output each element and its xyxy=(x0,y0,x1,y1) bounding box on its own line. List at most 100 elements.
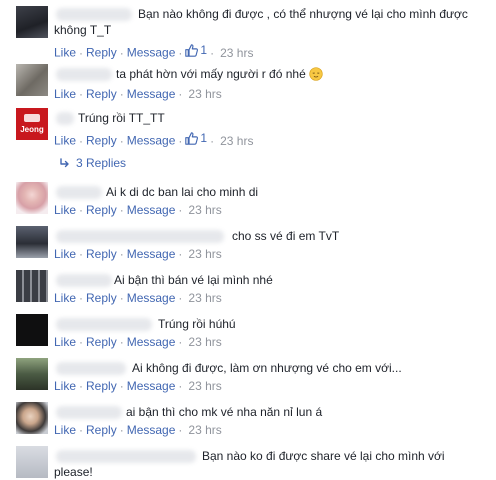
separator: · xyxy=(119,45,124,60)
avatar[interactable] xyxy=(16,402,48,434)
reply-link[interactable]: Reply xyxy=(86,134,117,148)
message-link[interactable]: Message xyxy=(127,247,176,261)
separator: · xyxy=(178,379,183,393)
message-link[interactable]: Message xyxy=(127,335,176,349)
separator: · xyxy=(119,247,124,261)
avatar-logo-text: Jeong xyxy=(20,125,44,134)
like-link[interactable]: Like xyxy=(54,335,76,349)
reply-link[interactable]: Reply xyxy=(86,423,117,437)
timestamp[interactable]: 23 hrs xyxy=(217,46,253,60)
avatar[interactable] xyxy=(16,358,48,390)
separator: · xyxy=(119,379,124,393)
separator: · xyxy=(79,87,84,101)
timestamp[interactable]: 23 hrs xyxy=(185,87,221,101)
like-link[interactable]: Like xyxy=(54,46,76,60)
message-link[interactable]: Message xyxy=(127,291,176,305)
reply-link[interactable]: Reply xyxy=(86,335,117,349)
reply-link[interactable]: Reply xyxy=(86,291,117,305)
separator: · xyxy=(178,247,183,261)
like-link[interactable]: Like xyxy=(54,87,76,101)
reply-link[interactable]: Reply xyxy=(86,46,117,60)
like-link[interactable]: Like xyxy=(54,379,76,393)
comment-actions: Like · Reply · Message · 23 hrs xyxy=(54,202,222,218)
separator: · xyxy=(79,133,84,148)
comment-actions: Like · Reply · Message · 1 · 23 hrs xyxy=(54,42,253,60)
message-link[interactable]: Message xyxy=(127,134,176,148)
message-link[interactable]: Message xyxy=(127,379,176,393)
comment-text: Trúng rồi húhú xyxy=(158,317,236,331)
separator: · xyxy=(79,291,84,305)
avatar[interactable] xyxy=(16,226,48,258)
separator: · xyxy=(119,203,124,217)
like-link[interactable]: Like xyxy=(54,423,76,437)
separator: · xyxy=(79,423,84,437)
timestamp[interactable]: 23 hrs xyxy=(185,203,221,217)
comment-text: ai bận thì cho mk vé nha năn nỉ lun á xyxy=(126,405,323,419)
message-link[interactable]: Message xyxy=(127,423,176,437)
separator: · xyxy=(178,335,183,349)
timestamp[interactable]: 23 hrs xyxy=(185,423,221,437)
thumbs-up-icon xyxy=(185,43,199,57)
timestamp[interactable]: 23 hrs xyxy=(217,134,253,148)
message-link[interactable]: Message xyxy=(127,203,176,217)
separator: · xyxy=(210,133,215,148)
timestamp[interactable]: 23 hrs xyxy=(185,291,221,305)
comment-text: Ai bận thì bán vé lại mình nhé xyxy=(114,273,273,287)
comment-text: Trúng rồi TT_TT xyxy=(78,111,165,125)
comment-text: Ai không đi được, làm ơn nhượng vé cho e… xyxy=(132,361,402,375)
timestamp[interactable]: 23 hrs xyxy=(185,379,221,393)
reply-link[interactable]: Reply xyxy=(86,379,117,393)
separator: · xyxy=(119,133,124,148)
comment-text: Bạn nào không đi được , có thể nhượng vé… xyxy=(54,7,472,37)
separator: · xyxy=(79,45,84,60)
avatar[interactable] xyxy=(16,6,48,38)
separator: · xyxy=(178,133,183,148)
thumbs-up-icon xyxy=(185,131,199,145)
like-count[interactable]: 1 xyxy=(185,130,207,146)
avatar[interactable] xyxy=(16,446,48,478)
comment-text: ta phát hờn với mấy người r đó nhé xyxy=(54,66,484,82)
avatar[interactable] xyxy=(16,270,48,302)
comment-actions: Like · Reply · Message · 1 · 23 hrs xyxy=(54,130,253,148)
separator: · xyxy=(178,423,183,437)
comment-text: Ai k di dc ban lai cho minh di xyxy=(106,185,259,199)
separator: · xyxy=(119,423,124,437)
separator: · xyxy=(119,87,124,101)
view-replies-label: 3 Replies xyxy=(76,156,127,170)
avatar[interactable]: Jeong xyxy=(16,108,48,140)
separator: · xyxy=(79,379,84,393)
comment-actions: Like · Reply · Message · 23 hrs xyxy=(54,86,222,102)
reply-arrow-icon xyxy=(60,158,69,168)
like-link[interactable]: Like xyxy=(54,247,76,261)
comment-actions: Like · Reply · Message · 23 hrs xyxy=(54,246,222,262)
avatar-logo-mark xyxy=(24,114,40,122)
like-count[interactable]: 1 xyxy=(185,42,207,58)
reply-link[interactable]: Reply xyxy=(86,247,117,261)
comment-actions: Like · Reply · Message · 23 hrs xyxy=(54,422,222,438)
separator: · xyxy=(119,335,124,349)
comment-actions: Like · Reply · Message · 23 hrs xyxy=(54,378,222,394)
message-link[interactable]: Message xyxy=(127,46,176,60)
separator: · xyxy=(178,45,183,60)
view-replies-link[interactable]: 3 Replies xyxy=(60,155,126,171)
avatar[interactable] xyxy=(16,182,48,214)
comment-text: Bạn nào ko đi được share vé lại cho mình… xyxy=(54,449,448,479)
avatar[interactable] xyxy=(16,64,48,96)
comment-text: cho ss vé đi em TvT xyxy=(232,229,340,243)
message-link[interactable]: Message xyxy=(127,87,176,101)
separator: · xyxy=(178,87,183,101)
timestamp[interactable]: 23 hrs xyxy=(185,247,221,261)
reply-link[interactable]: Reply xyxy=(86,87,117,101)
like-link[interactable]: Like xyxy=(54,291,76,305)
like-link[interactable]: Like xyxy=(54,134,76,148)
avatar[interactable] xyxy=(16,314,48,346)
comment-actions: Like · Reply · Message · 23 hrs xyxy=(54,290,222,306)
like-link[interactable]: Like xyxy=(54,203,76,217)
timestamp[interactable]: 23 hrs xyxy=(185,335,221,349)
comment-actions: Like · Reply · Message · 23 hrs xyxy=(54,334,222,350)
separator: · xyxy=(210,45,215,60)
separator: · xyxy=(178,203,183,217)
separator: · xyxy=(119,291,124,305)
separator: · xyxy=(79,247,84,261)
reply-link[interactable]: Reply xyxy=(86,203,117,217)
